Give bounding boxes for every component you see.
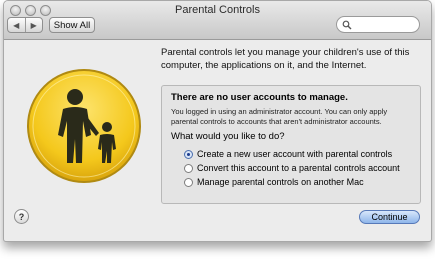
window-title: Parental Controls [175, 4, 260, 16]
option-label: Manage parental controls on another Mac [197, 177, 364, 187]
option-label: Convert this account to a parental contr… [197, 163, 400, 173]
main-content: Parental controls let you manage your ch… [4, 40, 431, 241]
back-forward-control: ◀ ▶ [7, 17, 43, 33]
back-button[interactable]: ◀ [8, 18, 26, 32]
help-button[interactable]: ? [14, 209, 29, 224]
forward-button[interactable]: ▶ [26, 18, 43, 32]
radio-button-selected[interactable] [184, 149, 193, 159]
option-convert-account[interactable]: Convert this account to a parental contr… [184, 162, 400, 174]
options-box: There are no user accounts to manage. Yo… [161, 85, 421, 204]
continue-button[interactable]: Continue [359, 210, 420, 224]
intro-text: Parental controls let you manage your ch… [161, 47, 410, 71]
radio-button[interactable] [184, 177, 193, 187]
parent-and-child-icon [27, 69, 141, 183]
search-icon [342, 20, 352, 30]
radio-button[interactable] [184, 163, 193, 173]
option-create-user[interactable]: Create a new user account with parental … [184, 148, 392, 160]
option-manage-another-mac[interactable]: Manage parental controls on another Mac [184, 176, 364, 188]
show-all-button[interactable]: Show All [49, 17, 95, 33]
search-field[interactable] [336, 16, 420, 33]
box-heading: There are no user accounts to manage. [171, 92, 348, 103]
parental-controls-window: Parental Controls ◀ ▶ Show All Parental … [3, 0, 432, 242]
option-label: Create a new user account with parental … [197, 149, 393, 159]
box-detail: You logged in using an administrator acc… [171, 107, 388, 126]
box-question: What would you like to do? [171, 131, 285, 142]
title-bar: Parental Controls ◀ ▶ Show All [4, 1, 431, 40]
